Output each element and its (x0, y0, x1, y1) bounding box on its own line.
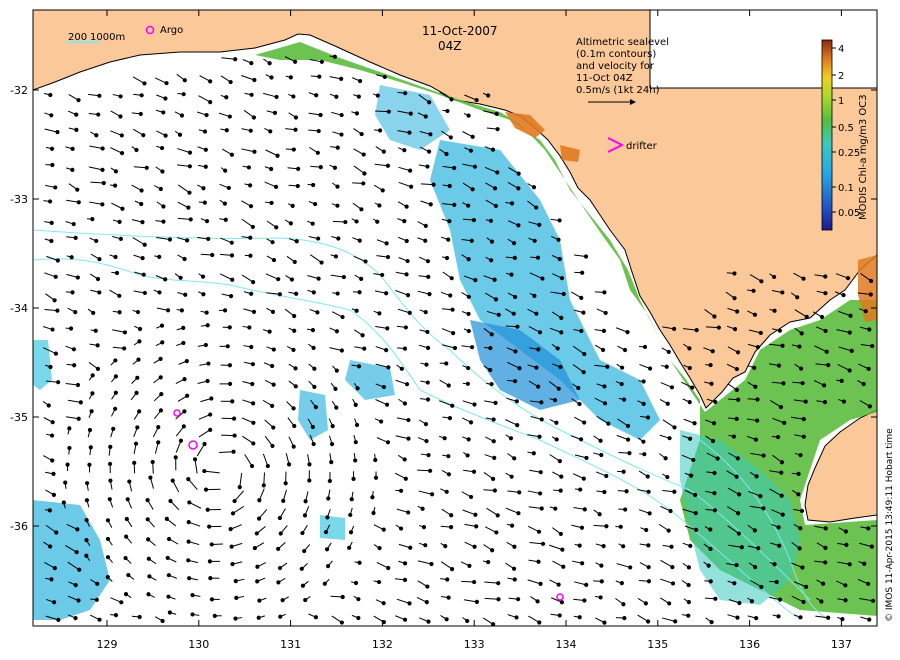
x-tick-label: 130 (188, 638, 209, 651)
altimetry-note-line3: and velocity for (576, 61, 655, 72)
x-tick-label: 133 (464, 638, 485, 651)
altimetry-note-line5: 0.5m/s (1kt 24h) (576, 85, 660, 96)
colorbar-tick-label: 2 (838, 71, 844, 82)
x-tick-label: 132 (372, 638, 393, 651)
colorbar-tick-label: 0.5 (838, 123, 854, 134)
colorbar-title: MODIS Chl-a mg/m3 OC3 (858, 94, 869, 220)
date-label: 11-Oct-2007 (422, 24, 498, 38)
colorbar-tick-label: 1 (838, 96, 844, 107)
x-tick-label: 129 (97, 638, 118, 651)
time-label: 04Z (438, 39, 462, 53)
y-tick-label: -35 (10, 411, 28, 424)
colorbar-tick-label: 0.05 (838, 208, 860, 219)
x-tick-label: 137 (831, 638, 852, 651)
y-tick-label: -34 (10, 302, 28, 315)
x-tick-label: 131 (280, 638, 301, 651)
altimetry-note-line4: 11-Oct 04Z (576, 73, 633, 84)
chlorophyll-map: 129 130 131 132 133 134 135 136 137 -32 -33 -34 -35… (10, 9, 895, 651)
colorbar-tick-label: 0.1 (838, 183, 854, 194)
drifter-legend-label: drifter (626, 141, 658, 152)
y-tick-label: -36 (10, 520, 28, 533)
colorbar (821, 39, 833, 231)
x-tick-label: 134 (556, 638, 577, 651)
credit-label: © IMOS 11-Apr-2015 13:49:11 Hobart time (885, 428, 895, 622)
y-tick-label: -33 (10, 193, 28, 206)
altimetry-note-line1: Altimetric sealevel (576, 37, 669, 48)
y-tick-label: -32 (10, 84, 28, 97)
colorbar-tick-label: 0.25 (838, 148, 860, 159)
scale-bar-label: 200 (68, 32, 87, 43)
scale-bar-label-depth: 1000m (90, 32, 125, 43)
colorbar-tick-label: 4 (838, 44, 844, 55)
argo-legend-label: Argo (160, 25, 183, 36)
x-tick-label: 135 (647, 638, 668, 651)
altimetry-note-line2: (0.1m contours) (576, 49, 656, 60)
x-tick-label: 136 (739, 638, 760, 651)
